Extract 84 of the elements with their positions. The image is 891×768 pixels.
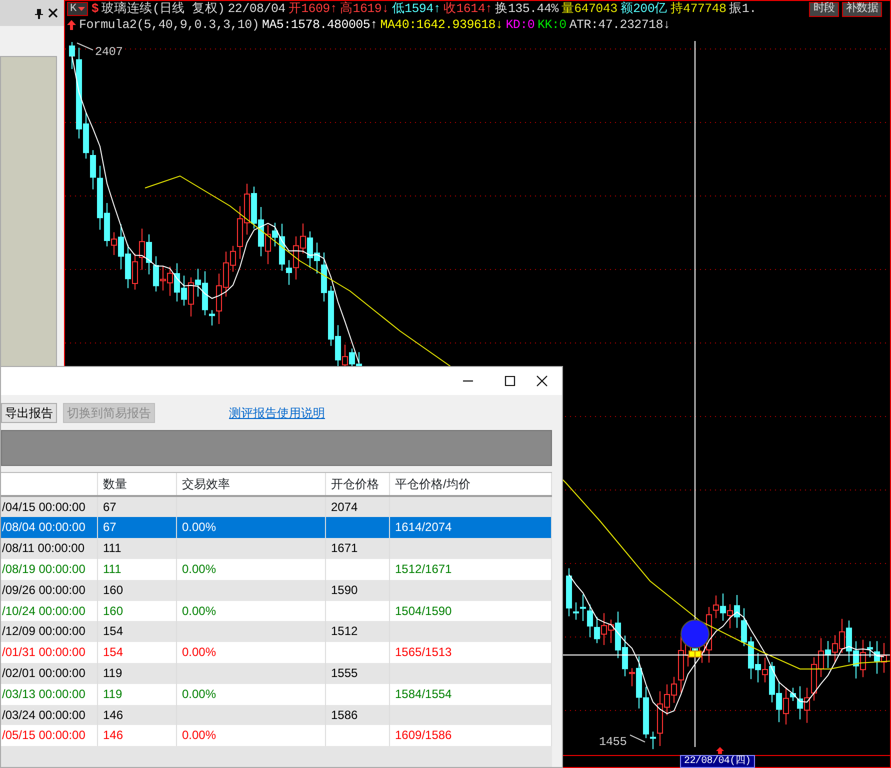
quote-value: 135.44% <box>508 0 558 18</box>
quote-value: 1609 <box>301 0 330 18</box>
quote-value: 1619 <box>352 0 382 18</box>
quote-label: 收 <box>444 0 456 18</box>
table-row[interactable]: /08/11 00:00:00 111 1671 <box>1 538 552 560</box>
chart-date: 22/08/04 <box>228 0 286 18</box>
signal-marker-icon <box>688 650 702 658</box>
quote-label: 额 <box>620 0 633 18</box>
quote-value: 647043 <box>574 0 618 18</box>
quote-value: 200亿 <box>632 0 668 18</box>
indicator-value: 47.232718 <box>598 16 663 34</box>
trend-arrow: ↓ <box>662 16 670 34</box>
trend-arrow: ↑ <box>485 0 492 18</box>
quote-value: 477748 <box>683 0 726 18</box>
column-header: 平仓价格/均价 <box>390 472 552 495</box>
table-cell: 1555 <box>326 663 390 684</box>
table-cell: 160 <box>98 580 177 601</box>
trend-arrow: ↓ <box>382 0 389 18</box>
help-link[interactable]: 测评报告使用说明 <box>229 404 325 422</box>
trend-arrow: ↑ <box>330 0 338 18</box>
toolbar-button[interactable]: 补数据 <box>842 2 882 16</box>
close-icon[interactable] <box>48 8 58 18</box>
low-price-label: 1455 <box>599 735 627 749</box>
column-header: 开仓价格 <box>326 472 390 495</box>
table-cell: /12/09 00:00:00 <box>1 621 98 642</box>
cursor-date-label: 22/08/04(四) <box>680 755 755 768</box>
table-cell: 1590 <box>326 580 390 601</box>
table-cell: 1586 <box>326 704 390 726</box>
table-cell: /02/01 00:00:00 <box>1 663 98 684</box>
chart-title: 玻璃连续(日线 复权) <box>102 0 225 18</box>
caret-icon <box>78 6 86 12</box>
table-cell: 1512 <box>326 621 390 642</box>
table-cell: 119 <box>98 663 177 684</box>
quote-label: 换 <box>495 0 508 18</box>
table-cell: 154 <box>98 621 177 642</box>
indicator-value: 1578.480005 <box>290 16 370 34</box>
chart-mode-button[interactable]: K <box>67 2 88 16</box>
table-cell: 146 <box>98 704 177 726</box>
table-row[interactable]: /12/09 00:00:00 154 1512 <box>1 621 552 642</box>
quote-label: 持 <box>670 0 683 18</box>
table-row[interactable]: /08/04 00:00:00 67 0.00% 1614/2074 <box>1 517 552 538</box>
pin-icon[interactable] <box>34 8 44 18</box>
toolbar-button[interactable]: 时段 <box>809 2 839 16</box>
quote-label: 高 <box>340 0 353 18</box>
trend-arrow: ↑ <box>433 0 441 18</box>
quote-label: 量 <box>561 0 574 18</box>
indicator-value: 0 <box>559 16 566 34</box>
quote-label: 低 <box>392 0 404 18</box>
quote-value: 1614 <box>456 0 486 18</box>
indicator-value: 0 <box>527 16 535 34</box>
leader-line <box>76 42 94 50</box>
highlight-circle <box>680 620 710 648</box>
arrow-up-icon <box>716 747 724 754</box>
table-cell: /08/11 00:00:00 <box>1 538 98 560</box>
high-price-label: 2407 <box>95 45 123 59</box>
table-cell: 1671 <box>326 538 390 560</box>
table-row[interactable]: /02/01 00:00:00 119 1555 <box>1 663 552 684</box>
table-cell: 111 <box>98 538 177 560</box>
column-header: 数量 <box>98 472 177 495</box>
leader-line <box>630 734 646 742</box>
close-icon[interactable] <box>536 375 548 388</box>
quote-value: 1594 <box>404 0 434 18</box>
arrow-up-icon <box>67 20 76 30</box>
report-button[interactable]: 导出报告 <box>1 402 57 423</box>
indicator-label: ATR: <box>569 16 598 34</box>
trend-arrow: ↓ <box>496 16 503 34</box>
trend-arrow: ↑ <box>370 16 378 34</box>
formula-name: Formula2(5,40,9,0.3,3,10) <box>79 16 260 34</box>
table-cell: /03/24 00:00:00 <box>1 704 98 726</box>
indicator-label: MA40: <box>380 16 416 34</box>
quote-label: 开 <box>288 0 302 18</box>
quote-value: 1. <box>742 0 756 18</box>
indicator-label: KK: <box>538 16 560 34</box>
indicator-label: KD: <box>506 16 528 34</box>
table-row[interactable]: /09/26 00:00:00 160 1590 <box>1 580 552 601</box>
quote-label: 振 <box>729 0 742 18</box>
indicator-label: MA5: <box>262 16 291 34</box>
table-row[interactable]: /03/24 00:00:00 146 1586 <box>1 704 552 726</box>
indicator-value: 1642.939618 <box>416 16 496 34</box>
symbol-mark: $ <box>91 0 99 18</box>
maximize-icon[interactable] <box>504 375 516 388</box>
table-row[interactable]: /04/15 00:00:00 67 2074 <box>1 496 552 518</box>
column-header: 交易效率 <box>177 472 326 495</box>
table-cell: /09/26 00:00:00 <box>1 580 98 601</box>
